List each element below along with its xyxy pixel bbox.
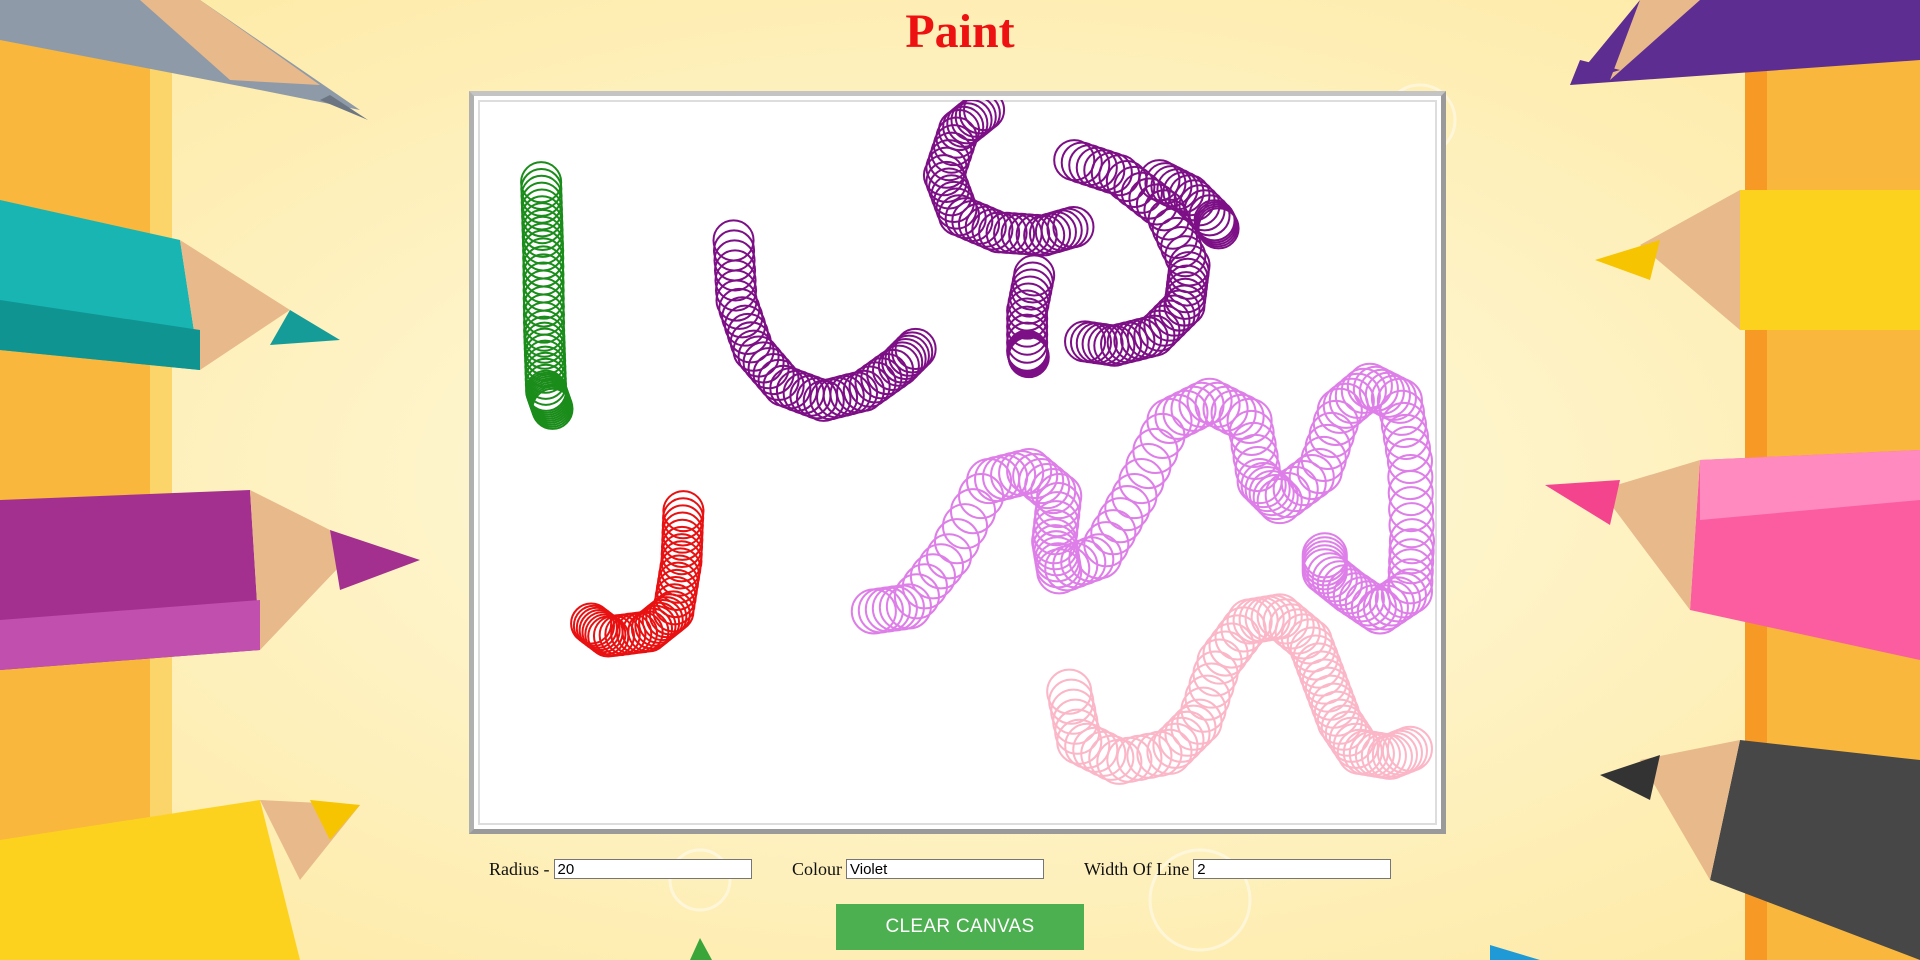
drawing-canvas[interactable] xyxy=(478,100,1437,825)
controls-bar: Radius - Colour Width Of Line xyxy=(0,855,1920,885)
drawing-canvas-frame xyxy=(469,91,1446,834)
colour-control: Colour xyxy=(792,855,1045,883)
pink-stroke xyxy=(1046,593,1433,785)
radius-input[interactable] xyxy=(553,859,752,879)
radius-control: Radius - xyxy=(489,855,752,883)
colour-input[interactable] xyxy=(846,859,1045,879)
purple-stroke-dot xyxy=(1006,254,1056,379)
colour-label: Colour xyxy=(792,858,843,879)
line-width-input[interactable] xyxy=(1193,859,1392,879)
line-width-control: Width Of Line xyxy=(1084,855,1392,883)
radius-label: Radius - xyxy=(489,858,550,879)
violet-stroke xyxy=(850,362,1435,635)
green-stroke xyxy=(520,161,574,430)
clear-canvas-button[interactable]: CLEAR CANVAS xyxy=(836,904,1084,950)
purple-stroke-u xyxy=(712,219,937,422)
page-title: Paint xyxy=(905,5,1015,58)
line-width-label: Width Of Line xyxy=(1084,858,1190,879)
paint-strokes[interactable] xyxy=(478,100,1437,825)
red-stroke xyxy=(570,490,705,658)
